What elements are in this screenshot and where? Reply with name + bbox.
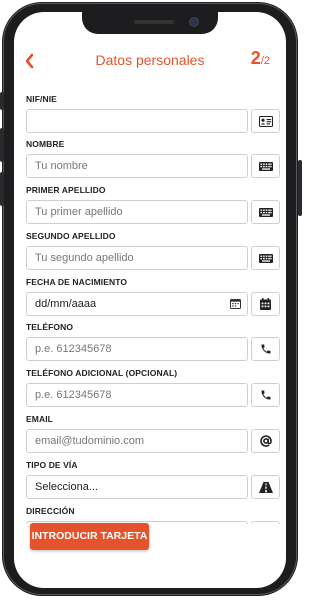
field-label: PRIMER APELLIDO <box>26 185 106 195</box>
calendar-icon <box>260 298 271 310</box>
step-indicator: 2/2 <box>251 48 270 69</box>
location-button[interactable] <box>251 521 280 524</box>
keyboard-icon <box>258 161 273 171</box>
field-label: TELÉFONO <box>26 322 74 332</box>
speaker <box>134 20 174 24</box>
tipo-via-select[interactable]: Selecciona... <box>26 475 248 499</box>
field-label: DIRECCIÓN <box>26 506 75 516</box>
field-label: NIF/NIE <box>26 94 57 104</box>
field-direccion: DIRECCIÓN <box>26 506 281 524</box>
field-label: FECHA DE NACIMIENTO <box>26 277 128 287</box>
camera-icon <box>190 18 198 26</box>
nif-input[interactable] <box>26 109 248 133</box>
personal-data-form: NIF/NIE NOMBRE Tu nombre PRIMER APELLIDO… <box>26 94 281 524</box>
phone-button[interactable] <box>251 383 280 407</box>
keyboard-button[interactable] <box>251 246 280 270</box>
nombre-input[interactable]: Tu nombre <box>26 154 248 178</box>
road-icon <box>258 481 273 493</box>
date-value: dd/mm/aaaa <box>35 298 97 310</box>
field-nombre: NOMBRE Tu nombre <box>26 139 281 178</box>
telefono-input[interactable]: p.e. 612345678 <box>26 337 248 361</box>
primer-apellido-input[interactable]: Tu primer apellido <box>26 200 248 224</box>
keyboard-icon <box>258 253 273 263</box>
calendar-picker-icon[interactable] <box>230 298 241 309</box>
id-card-button[interactable] <box>251 109 280 133</box>
field-telefono: TELÉFONO p.e. 612345678 <box>26 322 281 361</box>
phone-icon <box>261 344 270 354</box>
volume-down-button <box>0 172 4 206</box>
road-button[interactable] <box>251 475 280 499</box>
notch <box>82 12 218 34</box>
field-telefono-adicional: TELÉFONO ADICIONAL (OPCIONAL) p.e. 61234… <box>26 368 281 407</box>
volume-up-button <box>0 128 4 162</box>
step-current: 2 <box>250 48 261 68</box>
keyboard-button[interactable] <box>251 154 280 178</box>
phone-button[interactable] <box>251 337 280 361</box>
email-input[interactable]: email@tudominio.com <box>26 429 248 453</box>
page-title: Datos personales <box>95 52 205 68</box>
field-label: TELÉFONO ADICIONAL (OPCIONAL) <box>26 368 178 378</box>
app-screen: Datos personales 2/2 NIF/NIE NOMBRE Tu n… <box>14 12 286 588</box>
keyboard-button[interactable] <box>251 200 280 224</box>
fecha-nacimiento-input[interactable]: dd/mm/aaaa <box>26 292 248 316</box>
field-label: EMAIL <box>26 414 53 424</box>
calendar-button[interactable] <box>251 292 280 316</box>
field-nif: NIF/NIE <box>26 94 281 133</box>
phone-icon <box>261 390 270 400</box>
step-total: /2 <box>260 55 270 67</box>
segundo-apellido-input[interactable]: Tu segundo apellido <box>26 246 248 270</box>
at-icon <box>259 435 272 447</box>
id-card-icon <box>258 115 273 127</box>
field-label: TIPO DE VÍA <box>26 460 78 470</box>
introducir-tarjeta-button[interactable]: INTRODUCIR TARJETA <box>30 523 149 550</box>
field-email: EMAIL email@tudominio.com <box>26 414 281 453</box>
field-label: SEGUNDO APELLIDO <box>26 231 116 241</box>
field-tipo-via: TIPO DE VÍA Selecciona... <box>26 460 281 499</box>
telefono-adicional-input[interactable]: p.e. 612345678 <box>26 383 248 407</box>
field-fecha-nacimiento: FECHA DE NACIMIENTO dd/mm/aaaa <box>26 277 281 316</box>
field-segundo-apellido: SEGUNDO APELLIDO Tu segundo apellido <box>26 231 281 270</box>
field-primer-apellido: PRIMER APELLIDO Tu primer apellido <box>26 185 281 224</box>
at-button[interactable] <box>251 429 280 453</box>
power-button <box>298 160 302 216</box>
header-bar: Datos personales 2/2 <box>14 48 286 72</box>
silent-switch <box>0 92 4 110</box>
field-label: NOMBRE <box>26 139 65 149</box>
keyboard-icon <box>258 207 273 217</box>
